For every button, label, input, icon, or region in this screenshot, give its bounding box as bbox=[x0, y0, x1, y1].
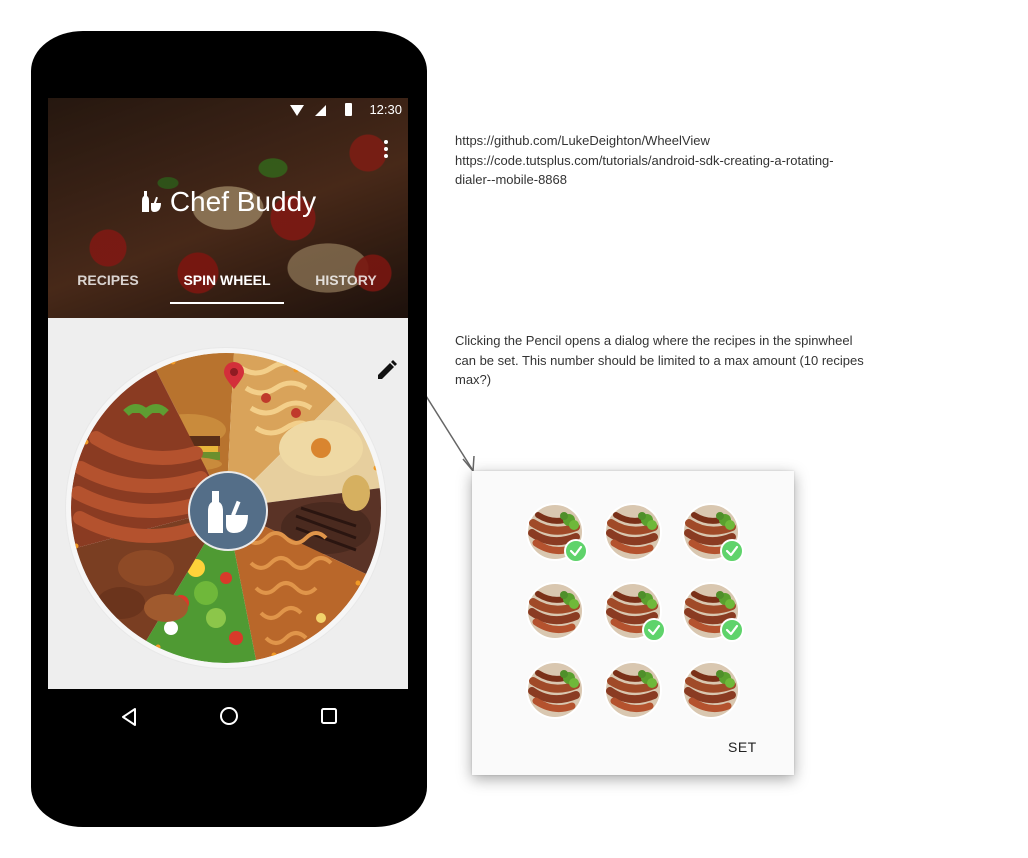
app-header: 12:30 Chef Buddy RECIPES SPIN WHEEL HIST… bbox=[48, 98, 408, 318]
recipe-tile[interactable] bbox=[682, 582, 744, 642]
recipe-thumbnail bbox=[604, 661, 662, 719]
condiment-icon bbox=[208, 491, 248, 533]
app-screen: 12:30 Chef Buddy RECIPES SPIN WHEEL HIST… bbox=[48, 98, 408, 689]
recipe-thumbnail bbox=[682, 661, 740, 719]
system-nav-bar bbox=[31, 689, 427, 749]
check-icon bbox=[642, 618, 666, 642]
recipe-thumbnail bbox=[604, 503, 662, 561]
recipe-tile[interactable] bbox=[604, 582, 666, 642]
status-bar: 12:30 bbox=[48, 98, 408, 122]
map-pin-icon bbox=[224, 362, 244, 389]
app-title-text: Chef Buddy bbox=[169, 186, 317, 217]
overflow-menu-icon[interactable] bbox=[384, 140, 388, 161]
recipe-tile[interactable] bbox=[604, 661, 662, 719]
pencil-icon[interactable] bbox=[376, 359, 398, 381]
recipe-thumbnail bbox=[526, 661, 584, 719]
recent-apps-icon[interactable] bbox=[320, 707, 338, 725]
signal-icon bbox=[315, 105, 326, 116]
check-icon bbox=[720, 618, 744, 642]
tab-recipes[interactable]: RECIPES bbox=[62, 266, 154, 318]
recipe-tile[interactable] bbox=[526, 582, 584, 640]
recipe-tile[interactable] bbox=[526, 503, 588, 563]
tab-history[interactable]: HISTORY bbox=[300, 266, 392, 318]
back-icon[interactable] bbox=[120, 707, 138, 727]
recipe-tile[interactable] bbox=[526, 661, 584, 719]
recipe-thumbnail bbox=[526, 582, 584, 640]
app-title: Chef Buddy bbox=[48, 186, 408, 218]
tab-bar: RECIPES SPIN WHEEL HISTORY bbox=[48, 266, 408, 318]
phone-frame: 12:30 Chef Buddy RECIPES SPIN WHEEL HIST… bbox=[31, 31, 427, 827]
tab-indicator bbox=[170, 302, 284, 304]
check-icon bbox=[720, 539, 744, 563]
recipe-tile[interactable] bbox=[682, 503, 744, 563]
recipe-select-dialog: SET bbox=[472, 471, 794, 775]
pencil-behavior-note: Clicking the Pencil opens a dialog where… bbox=[455, 333, 864, 387]
check-icon bbox=[564, 539, 588, 563]
status-time: 12:30 bbox=[369, 102, 402, 117]
wheel-hub[interactable] bbox=[190, 473, 266, 549]
condiment-icon bbox=[141, 191, 161, 212]
battery-icon bbox=[345, 103, 352, 116]
tab-spin-wheel[interactable]: SPIN WHEEL bbox=[170, 266, 284, 318]
recipe-tile[interactable] bbox=[604, 503, 662, 561]
set-button[interactable]: SET bbox=[722, 735, 763, 759]
home-icon[interactable] bbox=[219, 706, 239, 726]
wifi-icon bbox=[290, 105, 304, 116]
reference-links-note: https://github.com/LukeDeighton/WheelVie… bbox=[455, 133, 834, 187]
recipe-tile[interactable] bbox=[682, 661, 740, 719]
